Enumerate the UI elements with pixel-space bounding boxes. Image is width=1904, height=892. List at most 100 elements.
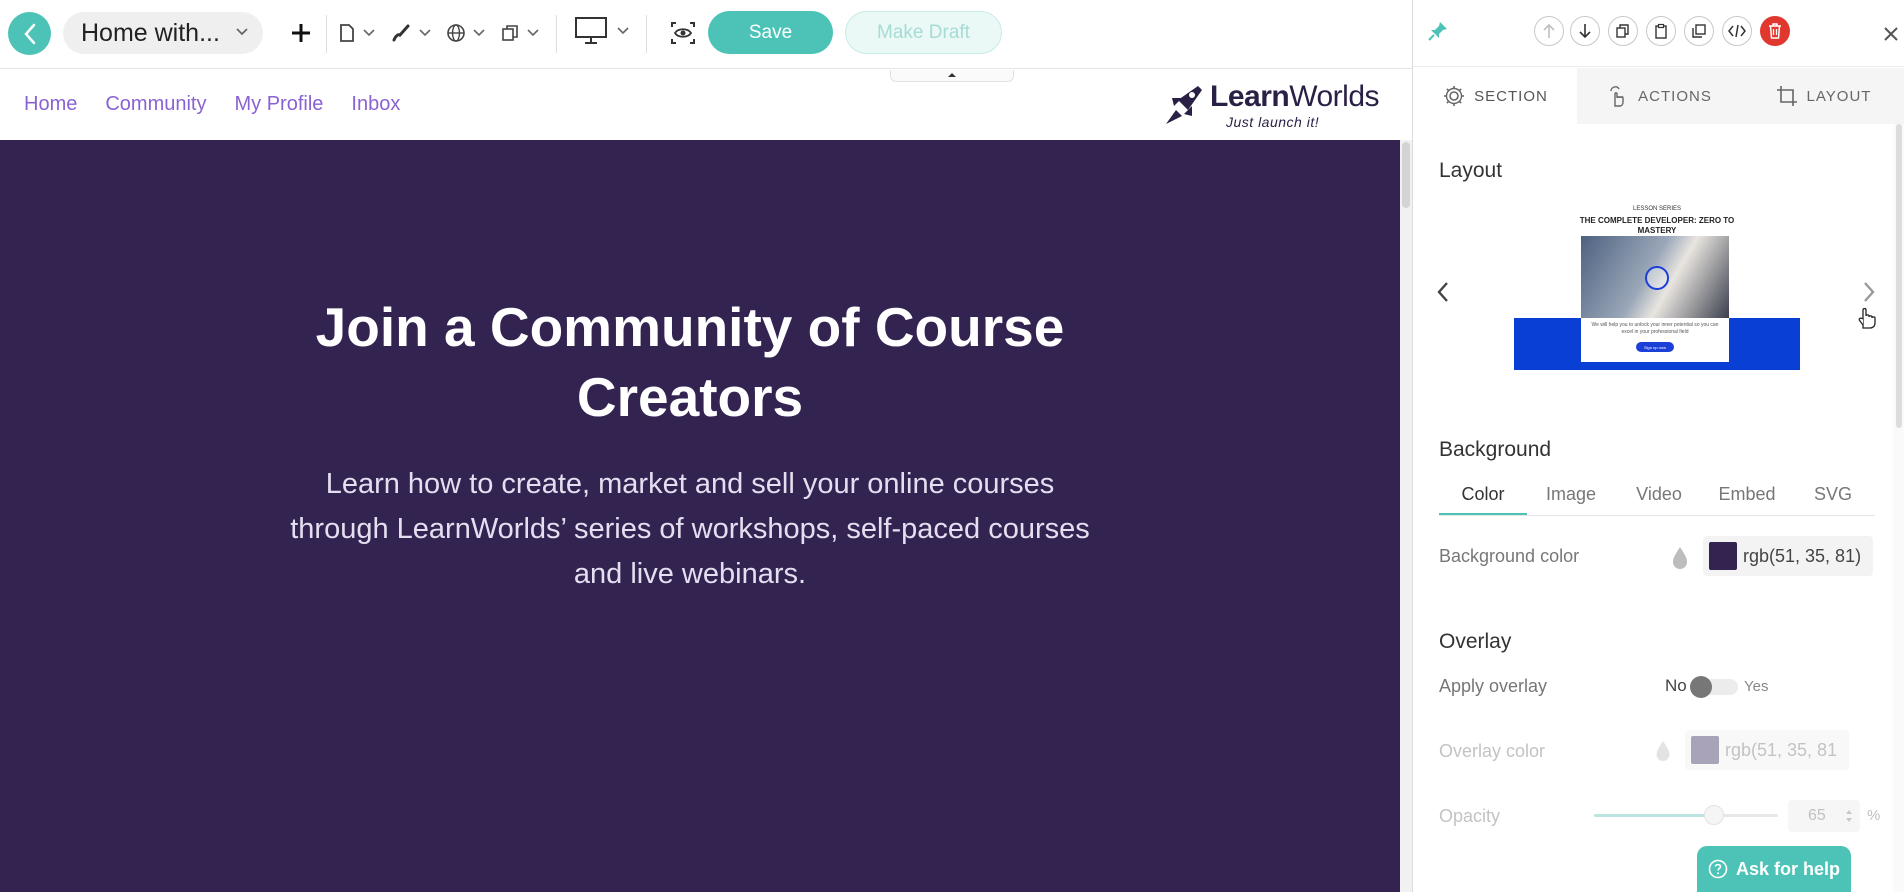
overlay-color-value: rgb(51, 35, 81 [1725, 739, 1838, 760]
panel-body: Layout LESSON SERIES THE COMPLETE DEVELO… [1413, 124, 1893, 892]
opacity-slider-fill [1594, 814, 1714, 817]
opacity-value: 65 [1808, 807, 1826, 824]
preview-kicker: LESSON SERIES [1632, 206, 1682, 212]
chevron-left-icon[interactable] [1435, 280, 1451, 304]
preview-image [1581, 236, 1729, 318]
bg-tab-svg[interactable]: SVG [1791, 476, 1875, 515]
page-icon [340, 24, 354, 42]
help-circle-icon [1708, 859, 1728, 879]
hero-subtitle[interactable]: Learn how to create, market and sell you… [290, 462, 1090, 597]
settings-panel: SECTION ACTIONS LAYOUT Layout LESSON SER… [1412, 0, 1904, 892]
page-selector[interactable]: Home with... [63, 12, 263, 54]
ask-for-help-button[interactable]: Ask for help [1697, 846, 1851, 892]
preview-title: THE COMPLETE DEVELOPER: ZERO TO MASTERY [1579, 216, 1735, 235]
panel-scrollbar-thumb[interactable] [1896, 124, 1902, 428]
opacity-unit: % [1867, 807, 1881, 824]
tab-layout-label: LAYOUT [1806, 87, 1872, 105]
move-up-button[interactable] [1534, 16, 1564, 46]
duplicate-menu-button[interactable] [500, 18, 542, 48]
make-draft-button[interactable]: Make Draft [845, 11, 1002, 54]
toolbar-divider [646, 15, 647, 53]
collapse-toolbar-tab[interactable] [890, 70, 1014, 82]
overlay-color-label: Overlay color [1439, 741, 1546, 761]
paste-section-button[interactable] [1646, 16, 1676, 46]
chevron-down-icon [617, 27, 629, 35]
toggle-knob[interactable] [1690, 676, 1712, 698]
chevron-down-icon [236, 28, 248, 36]
overlay-color-field: rgb(51, 35, 81 [1685, 730, 1849, 770]
bg-tab-image[interactable]: Image [1527, 476, 1615, 515]
code-view-button[interactable] [1722, 16, 1752, 46]
eye-scan-icon [671, 22, 695, 44]
bg-tab-video[interactable]: Video [1615, 476, 1703, 515]
save-button[interactable]: Save [708, 11, 833, 54]
preview-button: Sign up now [1636, 342, 1674, 352]
arrow-up-icon [1543, 23, 1555, 38]
background-type-tabs: Color Image Video Embed SVG [1439, 476, 1875, 516]
page-menu-button[interactable] [338, 18, 378, 48]
rocket-logo-icon [1166, 86, 1202, 124]
close-panel-button[interactable] [1883, 18, 1899, 49]
nav-link-community[interactable]: Community [105, 93, 206, 116]
droplet-icon [1656, 741, 1670, 761]
background-color-label: Background color [1439, 546, 1580, 566]
hero-title[interactable]: Join a Community of Course Creators [250, 292, 1130, 432]
learnworlds-logo[interactable]: LearnWorlds Just launch it! [1158, 78, 1380, 132]
chevron-down-icon [473, 29, 485, 37]
background-color-field[interactable]: rgb(51, 35, 81) [1703, 536, 1873, 576]
droplet-icon[interactable] [1669, 544, 1691, 572]
style-menu-button[interactable] [390, 18, 434, 48]
tab-actions[interactable]: ACTIONS [1577, 68, 1741, 124]
logo-wordmark: LearnWorlds [1210, 80, 1380, 113]
plus-icon [292, 24, 310, 42]
copy-icon [502, 25, 518, 41]
copy-section-button[interactable] [1608, 16, 1638, 46]
nav-link-inbox[interactable]: Inbox [351, 93, 400, 116]
language-menu-button[interactable] [446, 18, 488, 48]
opacity-input: 65 [1788, 800, 1860, 832]
copy-icon [1616, 24, 1629, 38]
back-button[interactable] [8, 12, 51, 55]
hand-cursor-icon [1858, 307, 1876, 329]
hero-section[interactable]: Join a Community of Course Creators Lear… [0, 140, 1400, 892]
editor-toolbar: Home with... Save Make Draft [0, 0, 1412, 69]
site-nav-links: Home Community My Profile Inbox [24, 93, 400, 116]
device-preview-button[interactable] [574, 16, 632, 46]
bg-tab-embed[interactable]: Embed [1703, 476, 1791, 515]
brush-icon [392, 24, 410, 42]
layout-preview-thumbnail[interactable]: LESSON SERIES THE COMPLETE DEVELOPER: ZE… [1514, 196, 1800, 384]
background-color-swatch[interactable] [1709, 542, 1737, 570]
tab-section[interactable]: SECTION [1413, 68, 1577, 124]
background-heading: Background [1439, 438, 1552, 461]
opacity-slider [1594, 805, 1778, 825]
arrow-down-icon [1579, 24, 1591, 39]
add-element-button[interactable] [290, 18, 312, 48]
site-header: Home Community My Profile Inbox LearnWor… [0, 70, 1400, 140]
toolbar-divider [326, 15, 327, 53]
toggle-yes-label: Yes [1744, 678, 1769, 695]
duplicate-section-button[interactable] [1684, 16, 1714, 46]
panel-scrollbar[interactable] [1893, 124, 1904, 892]
scrollbar-thumb[interactable] [1402, 142, 1410, 208]
chevron-right-icon[interactable] [1861, 280, 1877, 304]
nav-link-my-profile[interactable]: My Profile [235, 93, 324, 116]
delete-section-button[interactable] [1760, 16, 1790, 46]
preview-text: We will help you to unlock your inner po… [1591, 322, 1719, 335]
caret-up-icon [948, 73, 956, 77]
page-name: Home with... [81, 18, 220, 47]
close-icon [1884, 27, 1898, 41]
stepper-arrows-icon [1846, 810, 1852, 822]
preview-button[interactable] [670, 18, 696, 48]
tab-layout[interactable]: LAYOUT [1741, 68, 1904, 124]
move-down-button[interactable] [1570, 16, 1600, 46]
pin-icon[interactable] [1427, 20, 1449, 42]
gear-icon [1444, 86, 1465, 106]
bg-tab-color[interactable]: Color [1439, 476, 1527, 515]
nav-link-home[interactable]: Home [24, 93, 77, 116]
trash-icon [1769, 23, 1781, 39]
duplicate-icon [1692, 24, 1706, 38]
preview-card: We will help you to unlock your inner po… [1581, 318, 1729, 362]
clipboard-icon [1655, 23, 1667, 39]
canvas-scrollbar[interactable] [1400, 140, 1412, 892]
panel-header [1413, 0, 1904, 67]
